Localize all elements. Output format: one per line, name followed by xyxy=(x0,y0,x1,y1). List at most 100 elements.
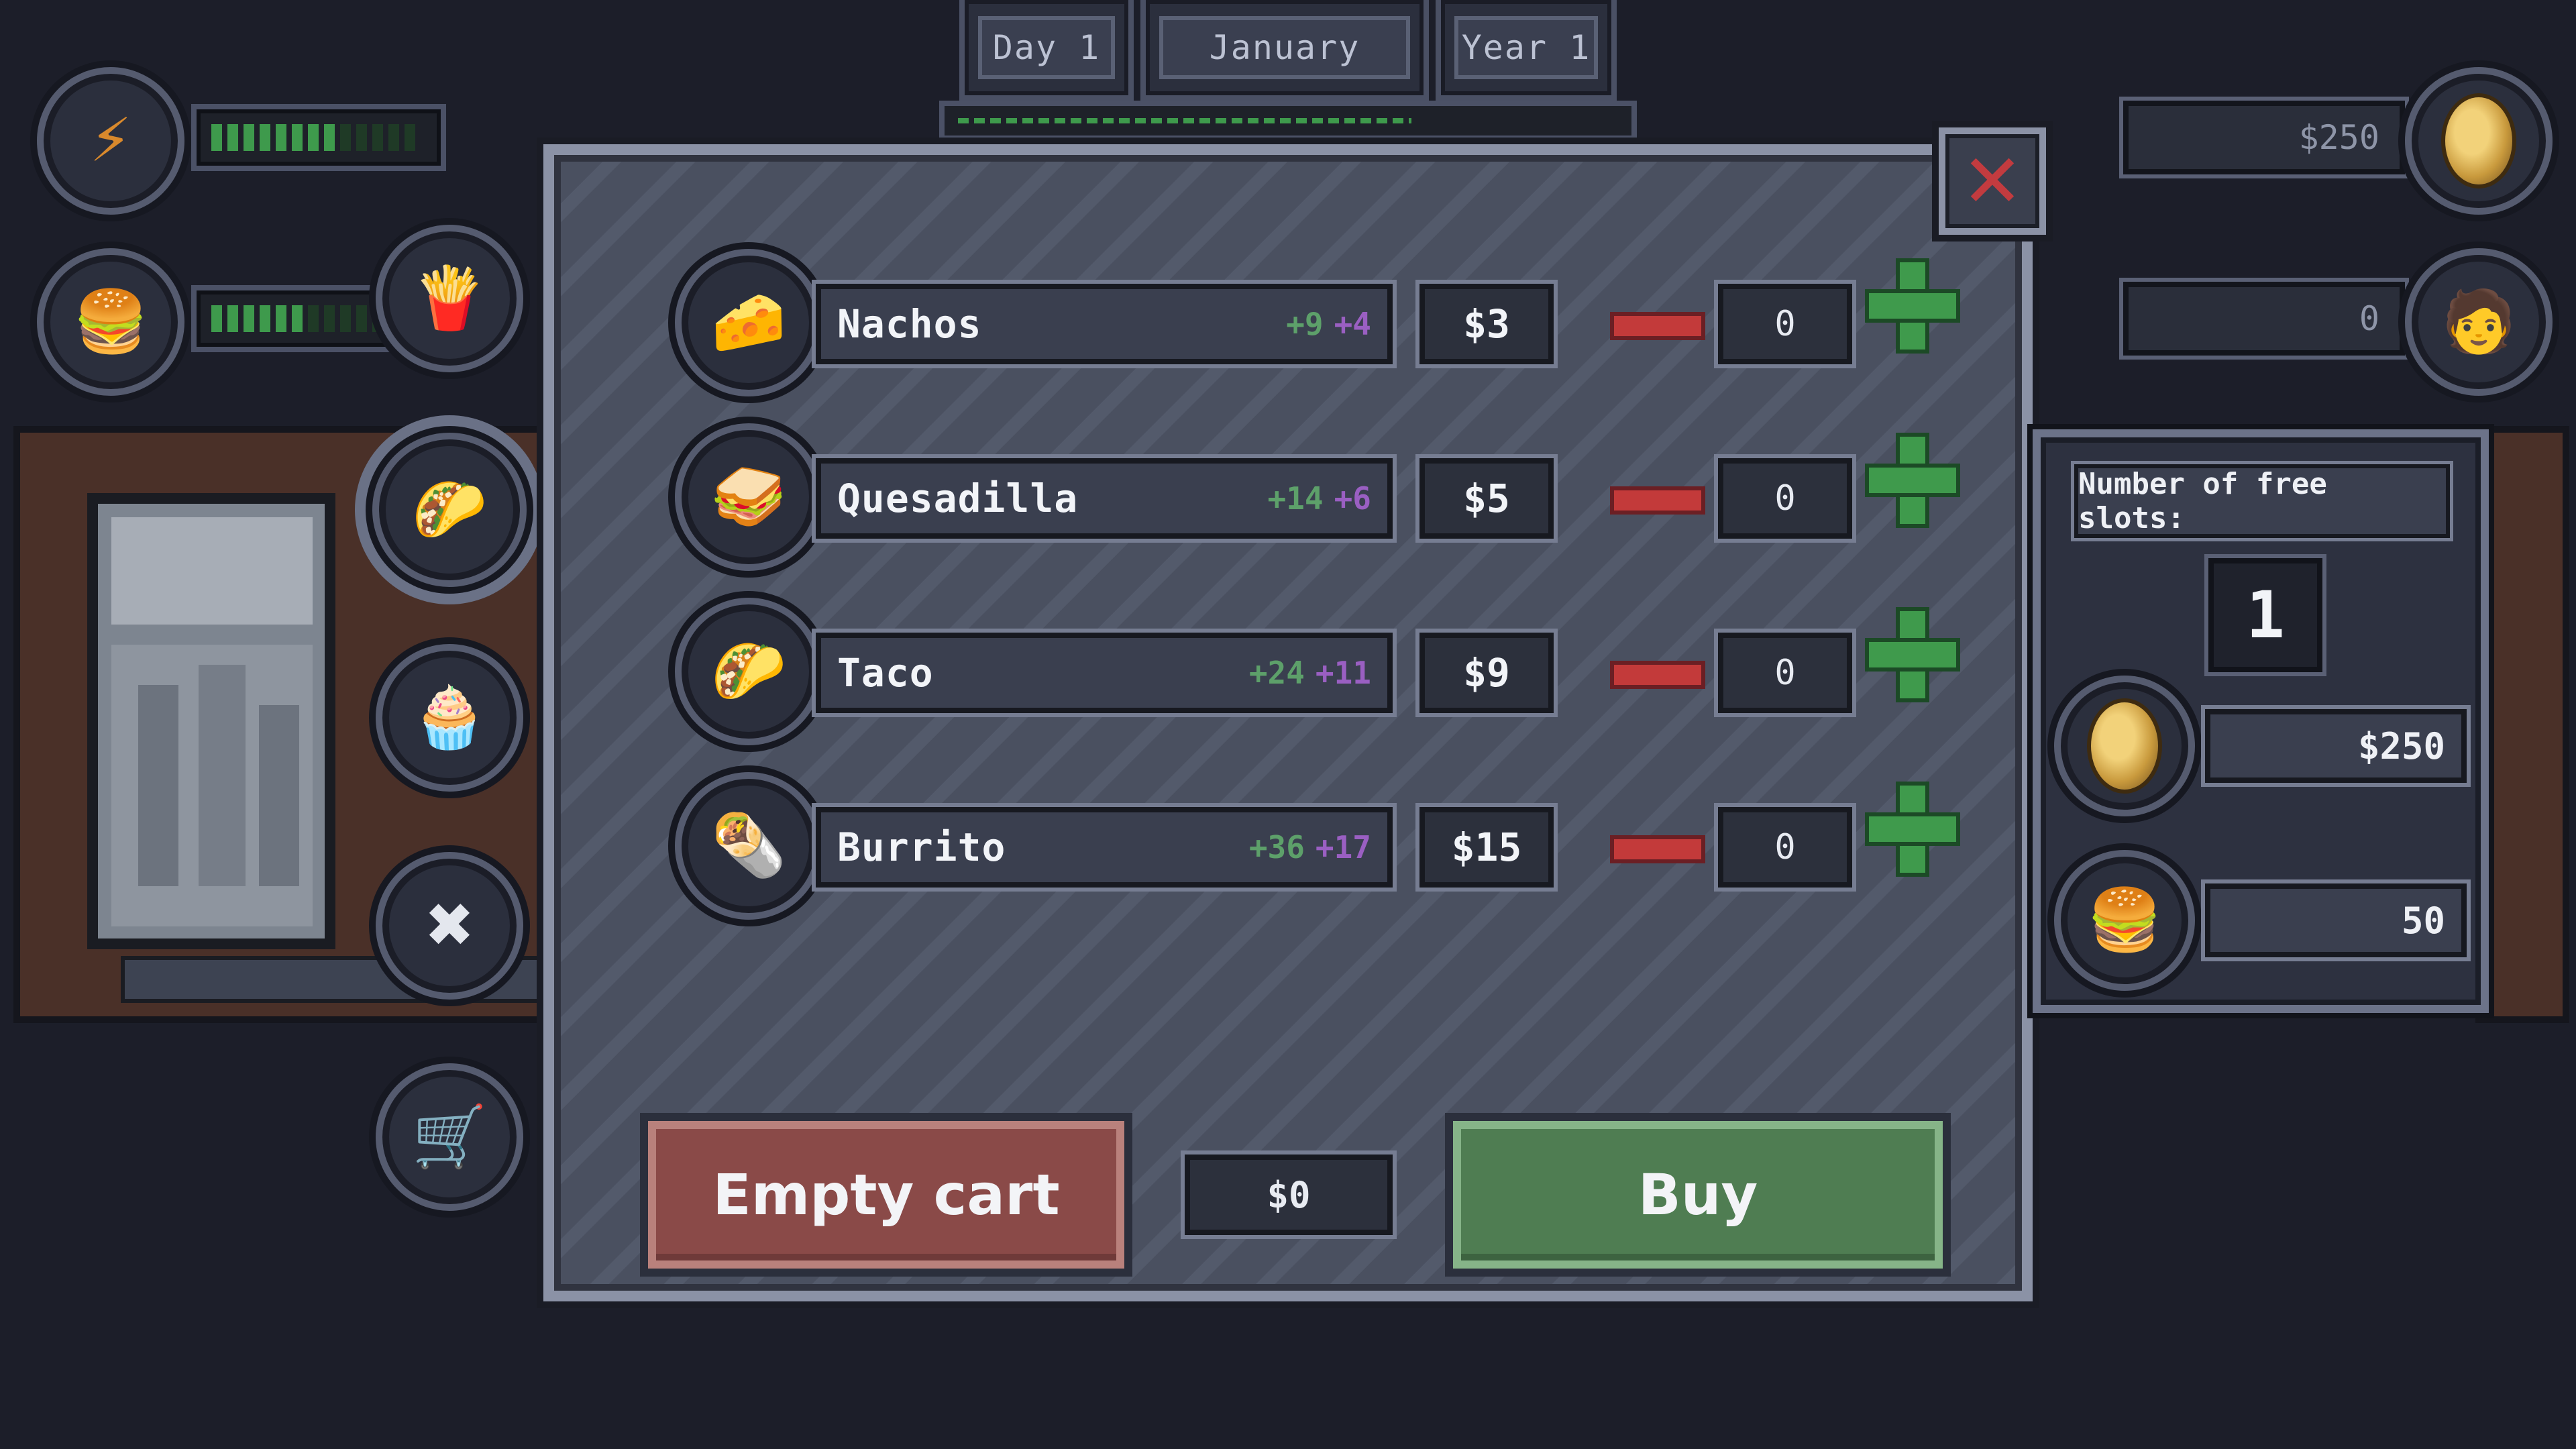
shop-item-quantity-value: 0 xyxy=(1774,827,1796,867)
month-tab: January xyxy=(1140,0,1429,101)
bar-segment xyxy=(244,305,254,332)
slots-money-value: $250 xyxy=(2357,724,2445,767)
increase-quantity-button[interactable] xyxy=(1869,262,1956,350)
bar-segment xyxy=(227,124,238,151)
bar-segment xyxy=(292,124,303,151)
bar-segment xyxy=(324,305,335,332)
month-label: January xyxy=(1159,16,1410,79)
cart-total-value: $0 xyxy=(1267,1173,1311,1216)
shop-item-price: $9 xyxy=(1419,633,1554,713)
food-medallion: 🍔 xyxy=(37,248,184,396)
shop-item-stat-bonus: +17 xyxy=(1315,829,1371,865)
shop-item-quantity: 0 xyxy=(1718,633,1852,713)
day-label: Day 1 xyxy=(978,16,1115,79)
room-right-wall xyxy=(2475,426,2569,1023)
tex-mex-icon: 🌮 xyxy=(411,474,488,545)
shop-item-stat-bonus: +4 xyxy=(1334,306,1371,342)
bar-segment xyxy=(211,124,222,151)
free-slots-label-box: Number of free slots: xyxy=(2074,464,2450,538)
shop-item-price-value: $3 xyxy=(1463,301,1510,347)
shop-item-price-value: $15 xyxy=(1451,824,1522,870)
category-fries-button[interactable]: 🍟 xyxy=(376,225,523,372)
slots-food-medallion: 🍔 xyxy=(2054,850,2195,991)
bar-segment xyxy=(227,305,238,332)
shop-item-price: $3 xyxy=(1419,284,1554,364)
shop-item-stat-bonus: +11 xyxy=(1315,655,1371,691)
bar-segment xyxy=(372,124,383,151)
shop-item-stat-food: +36 xyxy=(1248,829,1305,865)
shop-item-name: Quesadilla xyxy=(837,476,1079,521)
slots-panel: Number of free slots: 1 $250 🍔 50 xyxy=(2033,429,2489,1013)
fries-icon: 🍟 xyxy=(411,263,488,333)
empty-cart-button[interactable]: Empty cart xyxy=(648,1121,1124,1269)
year-tab: Year 1 xyxy=(1436,0,1617,101)
bar-segment xyxy=(244,124,254,151)
shop-item-price-value: $5 xyxy=(1463,476,1510,521)
shop-item-stat-food: +14 xyxy=(1267,480,1324,517)
bar-segment xyxy=(340,305,351,332)
increase-quantity-button[interactable] xyxy=(1869,611,1956,698)
empty-cart-label: Empty cart xyxy=(712,1162,1060,1228)
shop-item-medallion: 🌯 xyxy=(675,772,822,920)
category-tex-mex-button[interactable]: 🌮 xyxy=(372,433,527,587)
shop-item-stat-bonus: +6 xyxy=(1334,480,1371,517)
shop-item-stats: +24 +11 xyxy=(1249,655,1371,691)
shop-item-quantity-value: 0 xyxy=(1774,478,1796,519)
shop-item-stat-food: +24 xyxy=(1248,655,1305,691)
increase-quantity-button[interactable] xyxy=(1869,437,1956,524)
shop-item-price-value: $9 xyxy=(1463,650,1510,696)
day-progress-bar xyxy=(939,101,1637,141)
bar-segment xyxy=(324,124,335,151)
shop-item-stats: +36 +17 xyxy=(1249,829,1371,865)
slots-money-medallion xyxy=(2054,676,2195,816)
shopping-cart-button[interactable]: 🛒 xyxy=(376,1063,523,1211)
bar-segment xyxy=(388,124,399,151)
shop-item-quantity: 0 xyxy=(1718,458,1852,539)
shop-item-namebar: Taco +24 +11 xyxy=(816,633,1393,713)
shop-item-quantity: 0 xyxy=(1718,807,1852,888)
buy-button[interactable]: Buy xyxy=(1453,1121,1943,1269)
customers-display: 0 xyxy=(2123,282,2405,356)
cart-total: $0 xyxy=(1185,1155,1393,1235)
increase-quantity-button[interactable] xyxy=(1869,786,1956,873)
burger-icon: 🍔 xyxy=(72,286,149,357)
day-tab: Day 1 xyxy=(959,0,1134,101)
customer-face-icon: 🧑 xyxy=(2440,286,2517,357)
shop-item-price: $15 xyxy=(1419,807,1554,888)
slots-food-display: 50 xyxy=(2205,883,2467,957)
shop-item-price: $5 xyxy=(1419,458,1554,539)
shop-panel: 🧀 Nachos +9 +4 $3 0 🥪 Quesadilla +14 +6 $5 xyxy=(543,144,2033,1301)
shop-item-medallion: 🧀 xyxy=(675,249,822,396)
decrease-quantity-button[interactable] xyxy=(1614,490,1701,511)
shopping-cart-icon: 🛒 xyxy=(411,1102,488,1172)
bar-segment xyxy=(356,305,367,332)
customers-value: 0 xyxy=(2359,299,2379,338)
close-button[interactable]: ✕ xyxy=(1939,127,2046,235)
bar-segment xyxy=(308,305,319,332)
bar-segment xyxy=(276,305,286,332)
close-icon: ✕ xyxy=(1961,138,2024,224)
shop-item-name: Nachos xyxy=(837,301,982,347)
decrease-quantity-button[interactable] xyxy=(1614,839,1701,859)
shop-item-row: 🌯 Burrito +36 +17 $15 0 xyxy=(675,772,1956,926)
decrease-quantity-button[interactable] xyxy=(1614,665,1701,685)
money-value: $250 xyxy=(2298,118,2379,157)
category-tools-button[interactable]: ✖ xyxy=(376,852,523,1000)
slots-food-value: 50 xyxy=(2401,899,2445,942)
quesadilla-icon: 🥪 xyxy=(710,462,787,532)
shop-item-quantity-value: 0 xyxy=(1774,653,1796,693)
year-label: Year 1 xyxy=(1454,16,1598,79)
burrito-icon: 🌯 xyxy=(710,810,787,881)
free-slots-count: 1 xyxy=(2246,578,2285,653)
bar-segment xyxy=(405,124,415,151)
shop-item-namebar: Burrito +36 +17 xyxy=(816,807,1393,888)
category-dessert-button[interactable]: 🧁 xyxy=(376,644,523,792)
shop-item-stat-food: +9 xyxy=(1286,306,1324,342)
decrease-quantity-button[interactable] xyxy=(1614,316,1701,336)
shop-item-row: 🌮 Taco +24 +11 $9 0 xyxy=(675,598,1956,752)
lightning-icon: ⚡ xyxy=(89,105,132,176)
shop-item-quantity-value: 0 xyxy=(1774,304,1796,344)
dessert-icon: 🧁 xyxy=(411,682,488,753)
window xyxy=(87,493,335,949)
free-slots-count-box: 1 xyxy=(2208,558,2322,672)
